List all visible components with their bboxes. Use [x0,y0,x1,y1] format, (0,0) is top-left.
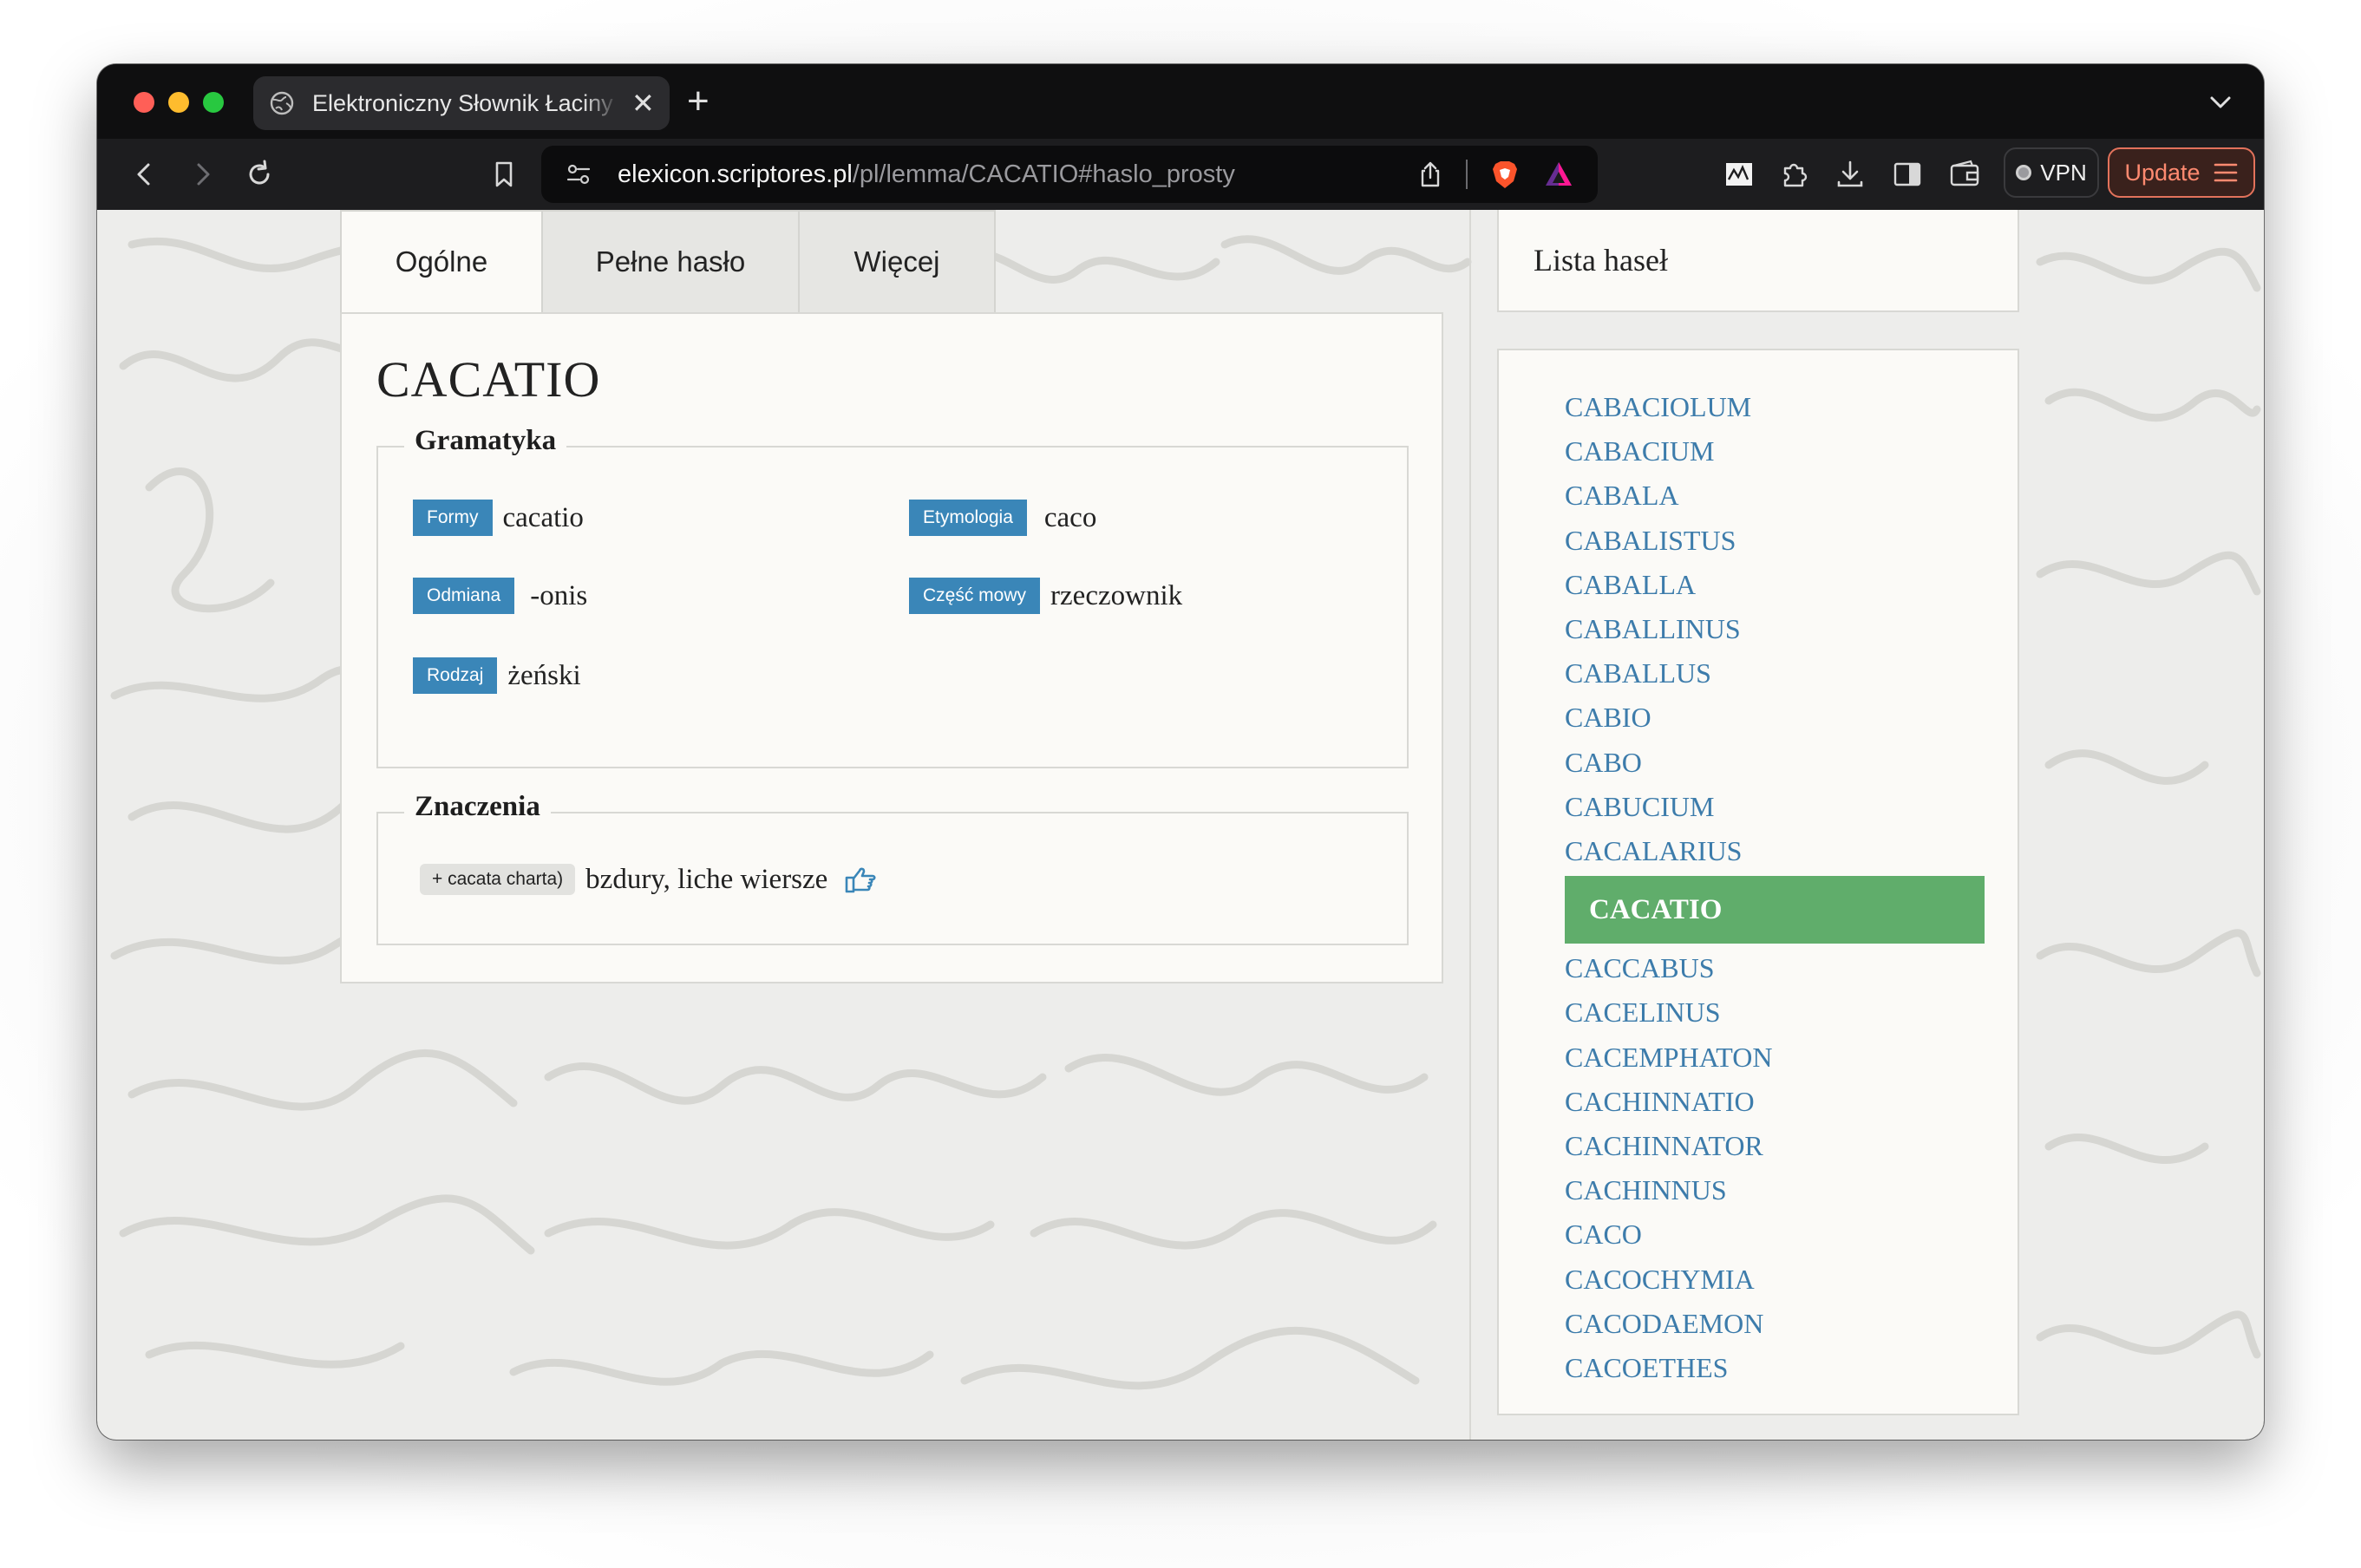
meanings-section: Znaczenia + cacata charta) bzdury, liche… [376,791,1409,945]
back-arrow-icon[interactable] [127,156,163,193]
list-item[interactable]: CACHINNUS [1565,1168,1727,1212]
list-item[interactable]: CABALISTUS [1565,519,1736,563]
etymology-badge: Etymologia [909,500,1027,536]
brave-rewards-icon[interactable] [1542,158,1575,191]
list-item[interactable]: CABACIUM [1565,429,1714,474]
list-item[interactable]: CABUCIUM [1565,785,1714,829]
declension-badge: Odmiana [413,578,515,614]
address-bar-separator [1466,160,1468,189]
globe-icon [270,91,294,115]
list-item[interactable]: CABALLA [1565,563,1696,607]
tab-strip: Elektroniczny Słownik Łaciny Średniowiec… [97,64,2264,139]
gender-badge: Rodzaj [413,657,498,694]
speedreader-icon[interactable] [1721,156,1757,193]
list-item[interactable]: CACOCHYMIA [1565,1258,1755,1302]
forms-badge: Formy [413,500,493,536]
grammar-forms: Formy cacatio [413,500,584,536]
grammar-etymology: Etymologia caco [909,500,1096,536]
lemma-list-header: Lista haseł [1497,210,2019,312]
update-button[interactable]: Update [2108,147,2255,198]
grammar-declension: Odmiana -onis [413,578,587,614]
etymology-value[interactable]: caco [1044,502,1096,534]
wallet-icon[interactable] [1946,156,1983,193]
phrase-tag: + cacata charta) [420,864,576,895]
list-item[interactable]: CACHINNATIO [1565,1080,1755,1124]
meaning-text: bzdury, liche wiersze [585,863,828,895]
address-bar-actions [1416,158,1575,191]
tab-title: Elektroniczny Słownik Łaciny Średniowiec… [312,89,619,116]
gender-value: żeński [507,659,581,691]
lemma-tabs: Ogólne Pełne hasło Więcej [340,210,996,312]
list-item[interactable]: CABO [1565,741,1642,785]
grammar-section: Gramatyka Formy cacatio Etymologia caco … [376,425,1409,768]
list-item[interactable]: CABALLINUS [1565,607,1741,651]
column-divider [1469,210,1471,1440]
tab-general[interactable]: Ogólne [340,210,543,312]
brave-lion-icon[interactable] [1488,158,1521,191]
bookmark-icon[interactable] [486,156,522,193]
forms-value: cacatio [502,501,584,533]
url-host: elexicon.scriptores.pl [618,160,853,188]
part-of-speech-value: rzeczownik [1050,579,1183,611]
declension-value: -onis [530,579,588,611]
site-settings-icon[interactable] [564,160,593,189]
browser-tab-active[interactable]: Elektroniczny Słownik Łaciny Średniowiec… [253,76,670,130]
vpn-button[interactable]: VPN [2004,147,2099,198]
grammar-part-of-speech: Część mowy rzeczownik [909,578,1182,614]
lemma-panel: CACATIO Gramatyka Formy cacatio Etymolog… [340,312,1443,983]
tab-list-chevron-icon[interactable] [2203,85,2238,120]
part-of-speech-badge: Część mowy [909,578,1041,614]
grammar-gender: Rodzaj żeński [413,657,581,694]
list-item[interactable]: CACELINUS [1565,990,1721,1035]
grammar-legend: Gramatyka [404,425,567,457]
reload-icon[interactable] [241,156,278,193]
share-icon[interactable] [1416,160,1445,189]
hand-pointer-icon[interactable] [843,862,878,897]
browser-window: Elektroniczny Słownik Łaciny Średniowiec… [97,64,2264,1440]
forward-arrow-icon[interactable] [184,156,220,193]
new-tab-button[interactable]: + [687,80,710,123]
web-page: Ogólne Pełne hasło Więcej CACATIO Gramat… [97,210,2264,1440]
list-item[interactable]: CACEMPHATON [1565,1036,1772,1080]
browser-toolbar: elexicon.scriptores.pl/pl/lemma/CACATIO#… [97,139,2264,210]
close-tab-icon[interactable]: ✕ [631,87,655,120]
meaning-item: + cacata charta) bzdury, liche wiersze [420,862,878,897]
list-item[interactable]: CACOETHES [1565,1346,1728,1390]
list-item[interactable]: CABALLUS [1565,651,1711,696]
minimize-window-button[interactable] [168,92,189,113]
address-bar[interactable]: elexicon.scriptores.pl/pl/lemma/CACATIO#… [541,146,1598,203]
maximize-window-button[interactable] [203,92,224,113]
update-label: Update [2124,159,2201,186]
list-item[interactable]: CABIO [1565,696,1651,740]
hamburger-menu-icon [2214,163,2237,182]
list-item[interactable]: CACCABUS [1565,946,1715,990]
url-path: /pl/lemma/CACATIO#haslo_prosty [852,160,1235,188]
sidebar-icon[interactable] [1889,156,1926,193]
lemma-list: CABACIOLUM CABACIUM CABALA CABALISTUS CABALL… [1497,349,2019,1415]
vpn-status-icon [2016,165,2032,180]
tab-full-entry[interactable]: Pełne hasło [543,210,800,312]
lemma-title: CACATIO [376,351,601,408]
close-window-button[interactable] [134,92,154,113]
meanings-legend: Znaczenia [404,791,551,823]
tab-more[interactable]: Więcej [800,210,996,312]
list-item[interactable]: CACHINNATOR [1565,1124,1763,1168]
list-item[interactable]: CACO [1565,1212,1642,1257]
list-item-active[interactable]: CACATIO [1565,876,1985,944]
download-icon[interactable] [1832,156,1868,193]
list-item[interactable]: CABALA [1565,474,1679,518]
puzzle-icon[interactable] [1776,156,1813,193]
list-item[interactable]: CACODAEMON [1565,1302,1763,1346]
list-item[interactable]: CACALARIUS [1565,829,1742,873]
vpn-label: VPN [2040,159,2087,186]
list-item[interactable]: CABACIOLUM [1565,385,1751,429]
